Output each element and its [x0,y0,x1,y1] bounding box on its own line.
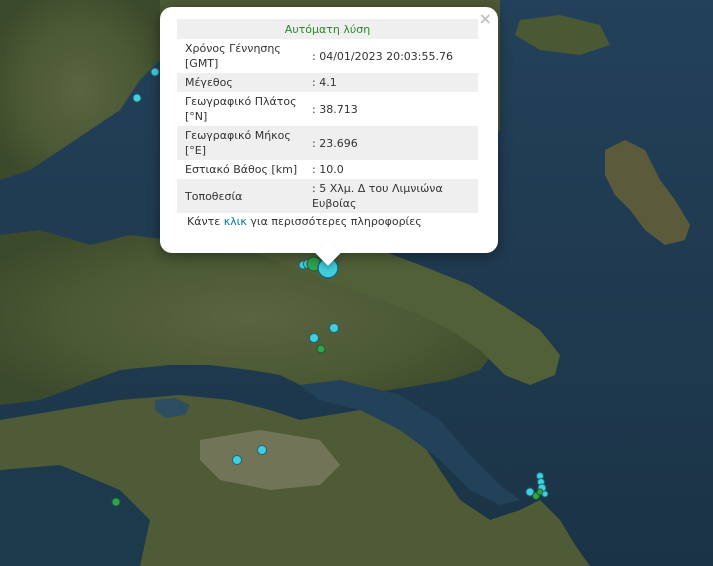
quake-marker[interactable] [541,490,549,498]
table-row: Γεωγραφικό Πλάτος [°N] : 38.713 [177,92,478,126]
quake-marker-green[interactable] [316,344,326,354]
quake-marker[interactable] [257,445,267,455]
quake-marker[interactable] [232,455,242,465]
table-row: Εστιακό Βάθος [km] : 10.0 [177,160,478,179]
table-row: Μέγεθος : 4.1 [177,73,478,92]
table-row: Γεωγραφικό Μήκος [°E] : 23.696 [177,126,478,160]
more-info-link[interactable]: κλικ [224,215,247,228]
row-value: : 5 Χλμ. Δ του Λιμνιώνα Ευβοίας [310,179,478,213]
quake-marker-green[interactable] [111,497,121,507]
quake-marker[interactable] [150,67,160,77]
popup-title: Αυτόματη λύση [177,19,478,39]
close-icon[interactable]: × [479,11,492,27]
row-label: Εστιακό Βάθος [km] [177,160,310,179]
row-label: Γεωγραφικό Πλάτος [°N] [177,92,310,126]
row-label: Χρόνος Γέννησης [GMT] [177,39,310,73]
quake-marker[interactable] [329,323,339,333]
table-row: Χρόνος Γέννησης [GMT] : 04/01/2023 20:03… [177,39,478,73]
row-value: : 10.0 [310,160,478,179]
row-label: Γεωγραφικό Μήκος [°E] [177,126,310,160]
earthquake-popup: × Αυτόματη λύση Χρόνος Γέννησης [GMT] : … [160,7,498,266]
quake-marker[interactable] [132,93,142,103]
popup-title-row: Αυτόματη λύση [177,19,478,39]
quake-marker[interactable] [309,333,319,343]
row-label: Μέγεθος [177,73,310,92]
row-value: : 04/01/2023 20:03:55.76 [310,39,478,73]
more-suffix: για περισσότερες πληροφορίες [246,215,422,228]
row-value: : 4.1 [310,73,478,92]
more-prefix: Κάντε [187,215,224,228]
more-info-text: Κάντε κλικ για περισσότερες πληροφορίες [177,215,478,228]
row-value: : 23.696 [310,126,478,160]
quake-info-table: Αυτόματη λύση Χρόνος Γέννησης [GMT] : 04… [177,19,478,213]
row-value: : 38.713 [310,92,478,126]
table-row: Τοποθεσία : 5 Χλμ. Δ του Λιμνιώνα Ευβοία… [177,179,478,213]
row-label: Τοποθεσία [177,179,310,213]
